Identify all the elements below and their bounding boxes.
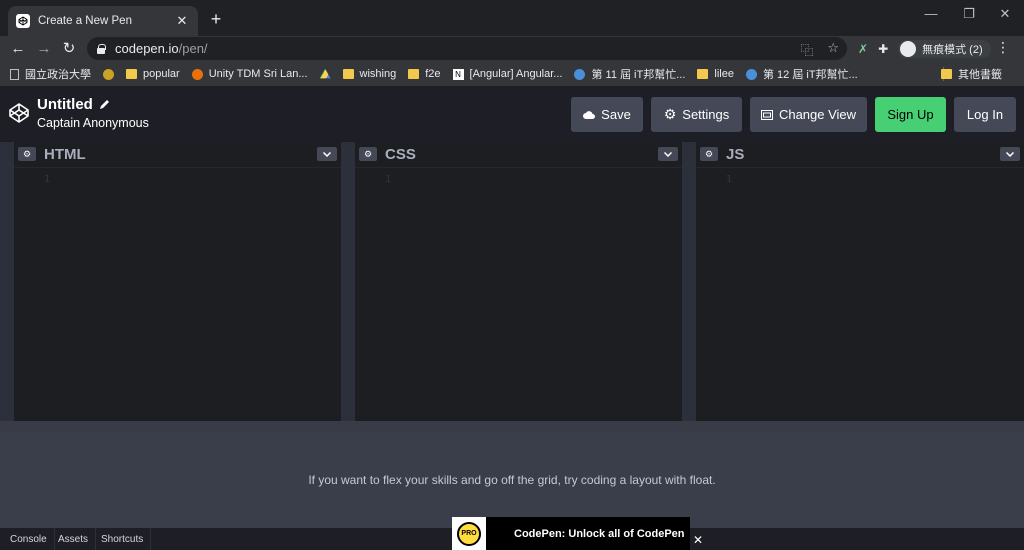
- codepen-favicon-icon: [16, 14, 30, 28]
- css-editor-label: CSS: [385, 146, 416, 163]
- assets-button[interactable]: Assets: [51, 528, 97, 550]
- bookmark-folder[interactable]: wishing: [342, 68, 396, 80]
- css-editor[interactable]: ⚙ CSS 1: [355, 142, 682, 421]
- editors-area: ⚙ HTML 1 ⚙ CSS 1 ⚙ JS 1: [0, 142, 1024, 421]
- js-editor[interactable]: ⚙ JS 1: [696, 142, 1024, 421]
- pen-author: Captain Anonymous: [37, 116, 149, 130]
- css-editor-header: ⚙ CSS: [355, 142, 682, 168]
- promo-text: CodePen: Unlock all of CodePen: [514, 527, 685, 540]
- incognito-icon: [900, 41, 917, 57]
- omnibox[interactable]: codepen.io /pen/ ⿻ ☆: [87, 37, 847, 60]
- extension-icon: [103, 68, 114, 80]
- bookmark-folder[interactable]: popular: [126, 68, 180, 80]
- settings-button[interactable]: ⚙ Settings: [651, 97, 742, 132]
- bookmark-folder[interactable]: lilee: [697, 68, 734, 80]
- translate-icon[interactable]: ⿻: [800, 40, 813, 59]
- shortcuts-button[interactable]: Shortcuts: [94, 528, 152, 550]
- extension-x-icon[interactable]: ✗: [858, 42, 868, 56]
- new-tab-button[interactable]: +: [206, 9, 226, 29]
- address-bar-row: ← → ↻ codepen.io /pen/ ⿻ ☆ ✗ ✚ 無痕模式 (2) …: [0, 36, 1024, 62]
- page-icon: [10, 68, 19, 80]
- log-in-button[interactable]: Log In: [954, 97, 1016, 132]
- js-chevron-down-icon[interactable]: [1000, 147, 1020, 161]
- html-editor-header: ⚙ HTML: [14, 142, 341, 168]
- bookmark-item[interactable]: 國立政治大學: [10, 66, 91, 82]
- tab-title: Create a New Pen: [38, 15, 132, 27]
- bookmark-item[interactable]: [103, 68, 114, 80]
- pen-title[interactable]: Untitled: [37, 96, 110, 113]
- bookmark-item[interactable]: 第 11 屆 iT邦幫忙...: [574, 66, 685, 82]
- lock-icon: [97, 44, 106, 54]
- console-button[interactable]: Console: [3, 528, 55, 550]
- pro-badge-icon: PRO: [452, 517, 486, 550]
- preview-message: If you want to flex your skills and go o…: [308, 473, 716, 487]
- folder-icon: [408, 69, 420, 79]
- js-settings-gear-icon[interactable]: ⚙: [700, 147, 718, 161]
- bookmark-item[interactable]: [319, 68, 331, 80]
- url-host: codepen.io: [115, 41, 179, 56]
- tab-close-icon[interactable]: ✕: [174, 13, 190, 29]
- html-editor[interactable]: ⚙ HTML 1: [14, 142, 341, 421]
- css-settings-gear-icon[interactable]: ⚙: [359, 147, 377, 161]
- line-number: 1: [385, 174, 392, 185]
- ithome-icon: [745, 68, 757, 80]
- cloud-icon: [583, 110, 596, 119]
- promo-close-icon[interactable]: ✕: [690, 531, 706, 550]
- notion-icon: N: [452, 68, 464, 80]
- layout-icon: [760, 109, 773, 120]
- bookmark-item[interactable]: 第 12 屆 iT邦幫忙...: [745, 66, 858, 82]
- browser-tab[interactable]: Create a New Pen ✕: [8, 6, 198, 36]
- forward-icon[interactable]: →: [34, 39, 54, 59]
- back-icon[interactable]: ←: [8, 39, 28, 59]
- save-button[interactable]: Save: [571, 97, 643, 132]
- change-view-button[interactable]: Change View: [750, 97, 867, 132]
- js-editor-header: ⚙ JS: [696, 142, 1024, 168]
- url-path: /pen/: [178, 41, 208, 56]
- html-settings-gear-icon[interactable]: ⚙: [18, 147, 36, 161]
- folder-icon: [697, 69, 709, 79]
- tab-strip: Create a New Pen ✕ + — ❐ ✕: [0, 0, 1024, 36]
- incognito-badge[interactable]: 無痕模式 (2): [898, 40, 991, 58]
- js-editor-label: JS: [726, 146, 745, 163]
- folder-icon: [941, 69, 952, 79]
- resizer[interactable]: [0, 142, 14, 421]
- bookmark-star-icon[interactable]: ☆: [827, 40, 839, 59]
- pro-promo-banner[interactable]: PRO CodePen: Unlock all of CodePen: [452, 517, 690, 550]
- site-icon: [191, 68, 203, 80]
- drive-icon: [319, 68, 331, 79]
- window-close-icon[interactable]: ✕: [990, 6, 1020, 22]
- other-bookmarks[interactable]: 其他書籤: [941, 62, 1002, 86]
- bookmark-item[interactable]: N [Angular] Angular...: [452, 68, 562, 80]
- codepen-header: Untitled Captain Anonymous Save ⚙ Settin…: [0, 86, 1024, 142]
- gear-icon: ⚙: [663, 106, 677, 122]
- browser-menu-icon[interactable]: ⋮: [996, 39, 1010, 56]
- ithome-icon: [574, 68, 586, 80]
- line-number: 1: [44, 174, 51, 185]
- minimize-icon[interactable]: —: [916, 6, 946, 21]
- reload-icon[interactable]: ↻: [59, 39, 79, 59]
- codepen-logo-icon[interactable]: [8, 102, 30, 124]
- bookmarks-bar: 國立政治大學 popular Unity TDM Sri Lan... wish…: [0, 62, 1024, 86]
- extensions-puzzle-icon[interactable]: ✚: [878, 42, 888, 56]
- bookmark-item[interactable]: Unity TDM Sri Lan...: [191, 68, 308, 80]
- preview-pane[interactable]: If you want to flex your skills and go o…: [0, 433, 1024, 528]
- edit-pencil-icon[interactable]: [99, 99, 110, 110]
- html-editor-label: HTML: [44, 146, 86, 163]
- folder-icon: [126, 69, 137, 79]
- bookmark-folder[interactable]: f2e: [408, 68, 441, 80]
- css-chevron-down-icon[interactable]: [658, 147, 678, 161]
- sign-up-button[interactable]: Sign Up: [875, 97, 946, 132]
- folder-icon: [342, 69, 354, 79]
- line-number: 1: [726, 174, 733, 185]
- restore-icon[interactable]: ❐: [954, 6, 984, 22]
- incognito-label: 無痕模式 (2): [922, 44, 983, 56]
- preview-resize-bar[interactable]: [0, 421, 1024, 433]
- resizer[interactable]: [682, 142, 696, 421]
- html-chevron-down-icon[interactable]: [317, 147, 337, 161]
- resizer[interactable]: [341, 142, 355, 421]
